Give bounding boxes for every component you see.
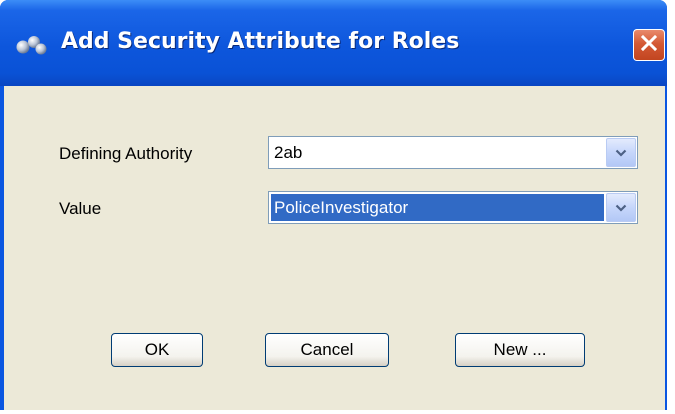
value-selected-text: PoliceInvestigator <box>271 194 604 221</box>
defining-authority-value: 2ab <box>274 143 303 162</box>
defining-authority-select[interactable]: 2ab <box>268 136 638 169</box>
value-label: Value <box>59 199 102 218</box>
defining-authority-dropdown-button[interactable] <box>606 138 636 167</box>
title-bar[interactable]: Add Security Attribute for Roles <box>0 0 667 86</box>
chevron-down-icon <box>615 199 627 217</box>
close-icon <box>640 34 658 57</box>
value-select[interactable]: PoliceInvestigator <box>268 191 638 224</box>
dialog-window: Add Security Attribute for Roles Definin… <box>0 0 667 410</box>
chevron-down-icon <box>615 144 627 162</box>
ok-button[interactable]: OK <box>111 333 203 367</box>
dialog-title: Add Security Attribute for Roles <box>61 29 460 54</box>
cancel-button[interactable]: Cancel <box>265 333 389 367</box>
new-button[interactable]: New ... <box>455 333 585 367</box>
value-dropdown-button[interactable] <box>606 193 636 222</box>
app-icon <box>15 34 49 56</box>
close-button[interactable] <box>633 29 665 61</box>
defining-authority-label: Defining Authority <box>59 144 193 163</box>
dialog-content: Defining Authority 2ab Value PoliceInves… <box>4 86 665 410</box>
